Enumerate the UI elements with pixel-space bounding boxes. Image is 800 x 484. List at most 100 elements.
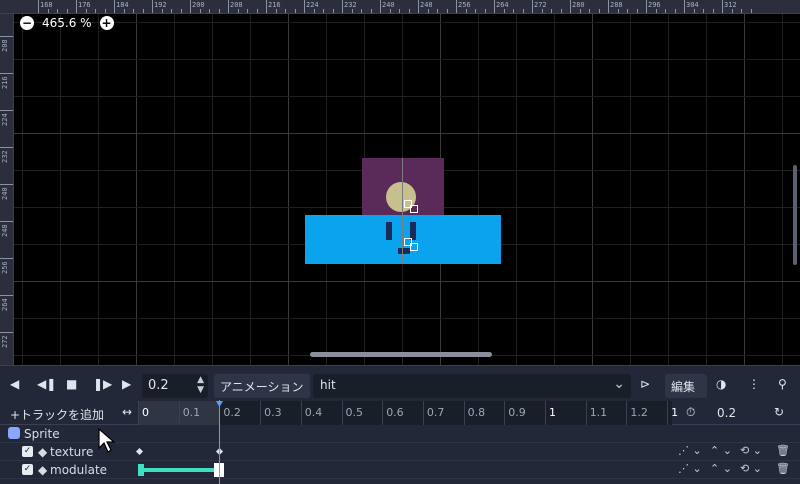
ruler-tick (0, 295, 13, 296)
onion-skin-icon[interactable]: ◑ (716, 377, 726, 391)
ruler-label: 168 (40, 1, 53, 9)
chevron-down-icon[interactable]: ⌄ (613, 376, 625, 392)
update-mode-icon[interactable]: ⋰ ⌄ (678, 444, 702, 457)
autoplay-tag-icon[interactable]: ⊳ (640, 377, 650, 391)
track-enable-checkbox[interactable]: ✓ (22, 446, 33, 457)
timeline-tick-label: 0 (142, 406, 149, 419)
keyframe[interactable] (138, 464, 144, 476)
mouse-cursor-icon (98, 428, 116, 453)
stop-icon[interactable]: ■ (66, 377, 77, 391)
ruler-tick (541, 9, 543, 13)
add-track-button[interactable]: +トラックを追加 (10, 406, 104, 423)
ruler-tick (180, 9, 182, 13)
grid-line-vertical (706, 14, 707, 365)
interpolation-icon[interactable]: ⌃ ⌄ (710, 444, 732, 457)
vertical-scrollbar[interactable] (793, 165, 797, 265)
timeline-tick-label: 0.2 (223, 406, 241, 419)
grid-line-horizontal (14, 281, 800, 282)
ruler-tick (475, 9, 476, 13)
ruler-tick (608, 0, 609, 13)
play-backwards-icon[interactable]: ◀ (10, 377, 19, 391)
timeline-zoom-icon[interactable]: ↔ (122, 405, 132, 419)
pin-icon[interactable]: ⚲ (778, 377, 787, 391)
edit-button[interactable]: 編集 (665, 374, 707, 398)
track-enable-checkbox[interactable]: ✓ (22, 464, 33, 475)
update-mode-icon[interactable]: ⋰ ⌄ (678, 462, 702, 475)
ruler-tick (437, 9, 438, 13)
ruler-tick (408, 9, 410, 13)
loop-wrap-icon[interactable]: ⟲ ⌄ (740, 462, 762, 475)
ruler-tick (0, 110, 13, 111)
snap-step-value[interactable]: 0.2 (717, 406, 736, 420)
loop-wrap-icon[interactable]: ⟲ ⌄ (740, 444, 762, 457)
timeline-tick-line (300, 401, 302, 425)
animation-toolbar: ◀ ◀❚ ■ ❚▶ ▶ 0.2 ▲ ▼ アニメーション hit ⌄ ⊳ 編集 ◑ … (0, 370, 800, 400)
previous-keyframe-icon[interactable]: ◀❚ (37, 377, 56, 391)
timeline-tick-label: 1 (549, 406, 556, 419)
ruler-tick (0, 73, 13, 74)
current-time-input[interactable]: 0.2 ▲ ▼ (142, 374, 208, 398)
loop-icon[interactable]: ↻ (774, 405, 784, 419)
keyframe[interactable] (135, 447, 144, 456)
time-spin-icon[interactable]: ▲ ▼ (197, 375, 204, 395)
transform-gizmo-top-2[interactable] (410, 205, 418, 213)
timeline-header: +トラックを追加 ↔ 0 0.1 0.2 0.3 0.4 0.5 0.6 0.7 0.8 0.9 1… (0, 401, 800, 425)
ruler-left: 208216224232240248256264272280 (0, 14, 14, 365)
timeline-tick-line (626, 401, 628, 425)
more-options-icon[interactable]: ⋮ (748, 377, 760, 391)
ruler-tick (57, 9, 58, 13)
snap-step-input[interactable]: 0.2 (707, 401, 767, 425)
ruler-tick (332, 9, 334, 13)
grid-line-horizontal (14, 318, 800, 319)
grid-line-vertical (60, 14, 61, 365)
ruler-tick (522, 9, 524, 13)
transform-gizmo-bottom-2[interactable] (410, 243, 418, 251)
interpolation-icon[interactable]: ⌃ ⌄ (710, 462, 732, 475)
grid-line-vertical (782, 14, 783, 365)
ruler-tick (579, 9, 581, 13)
ruler-tick (218, 9, 220, 13)
grid-line-horizontal (14, 22, 800, 23)
ruler-tick (370, 9, 372, 13)
canvas-viewport[interactable]: 168 176 184 192 200 208 216 224 232 240 248 256 264 2… (0, 0, 800, 365)
animation-menu-button[interactable]: アニメーション (214, 374, 310, 398)
animation-selector[interactable]: hit ⌄ (313, 374, 631, 398)
timer-icon[interactable]: ⏱ (686, 405, 695, 420)
zoom-out-icon[interactable]: − (20, 16, 34, 30)
current-time-value[interactable]: 0.2 (148, 378, 169, 393)
trash-icon[interactable]: 🗑 (776, 462, 790, 475)
sprite-base-rect[interactable] (305, 215, 501, 264)
zoom-in-icon[interactable]: + (99, 16, 114, 30)
ruler-tick (304, 0, 305, 13)
trash-icon[interactable]: 🗑 (776, 444, 790, 457)
ruler-label: 208 (1, 39, 9, 52)
ruler-tick (513, 9, 514, 13)
track-type-icon: ◆ (38, 463, 48, 477)
ruler-tick (247, 9, 248, 13)
play-icon[interactable]: ▶ (122, 377, 131, 391)
track-node-row: Sprite (0, 425, 800, 443)
playhead[interactable] (219, 400, 220, 484)
ruler-tick (351, 9, 353, 13)
grid-line-vertical (668, 14, 669, 365)
track-modulate[interactable]: ✓ ◆ modulate ⋰ ⌄ ⌃ ⌄ ⟲ ⌄ 🗑 (0, 461, 800, 479)
ruler-tick (570, 0, 571, 13)
ruler-tick (47, 9, 49, 13)
ruler-tick (617, 9, 619, 13)
ruler-label: 216 (268, 1, 281, 9)
timeline-tick-label: 0.4 (304, 406, 323, 419)
ruler-tick (237, 9, 239, 13)
grid-line-vertical (288, 14, 289, 365)
ruler-label: 248 (420, 1, 433, 9)
sprite-leg-left (386, 222, 392, 240)
next-keyframe-icon[interactable]: ❚▶ (93, 377, 112, 391)
timeline-tick-line (422, 401, 424, 425)
ruler-tick (674, 9, 676, 13)
track-texture[interactable]: ✓ ◆ texture ⋰ ⌄ ⌃ ⌄ ⟲ ⌄ 🗑 (0, 443, 800, 461)
ruler-tick (399, 9, 400, 13)
horizontal-scrollbar[interactable] (310, 352, 492, 357)
ruler-tick (0, 147, 13, 148)
ruler-tick (294, 9, 296, 13)
track-list: Sprite ✓ ◆ texture ⋰ ⌄ ⌃ ⌄ ⟲ ⌄ 🗑 ✓ ◆ mod… (0, 425, 800, 484)
ruler-label: 264 (1, 298, 9, 311)
